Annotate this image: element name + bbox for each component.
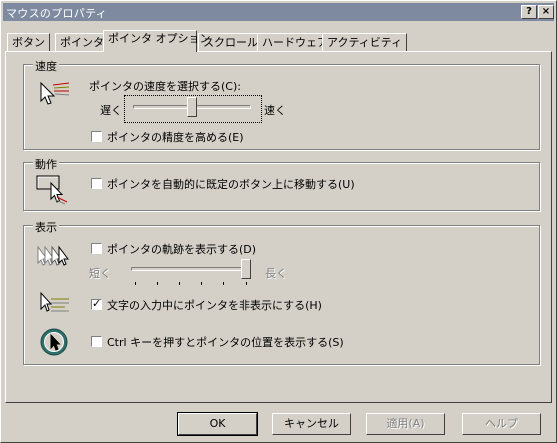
hide-while-typing-label[interactable]: 文字の入力中にポインタを非表示にする(H) [107, 297, 322, 313]
trails-long-label: 長く [265, 267, 287, 280]
close-title-button[interactable]: × [538, 5, 554, 19]
speed-fast-label: 速く [264, 104, 286, 117]
trails-tick [201, 282, 202, 285]
help-button[interactable]: ヘルプ [462, 413, 541, 435]
pointer-trails-label[interactable]: ポインタの軌跡を表示する(D) [107, 241, 256, 257]
hide-while-typing-checkbox[interactable] [91, 297, 102, 310]
precision-checkbox[interactable] [91, 131, 102, 142]
pointer-trails-checkbox[interactable] [91, 243, 102, 254]
trails-tick [246, 282, 247, 285]
precision-label[interactable]: ポインタの精度を高める(E) [107, 129, 244, 145]
speed-group-label: 速度 [33, 58, 59, 74]
trails-slider-track[interactable] [131, 267, 251, 271]
speed-select-label: ポインタの速度を選択する(C): [89, 80, 241, 93]
snap-to-button-icon [36, 175, 68, 205]
tab-buttons[interactable]: ボタン [7, 33, 50, 51]
trails-tick [223, 282, 224, 285]
motion-group-label: 動作 [33, 156, 59, 172]
trails-tick [135, 282, 136, 285]
cancel-button[interactable]: キャンセル [272, 413, 351, 435]
speed-slow-label: 遅く [100, 104, 122, 117]
show-location-ctrl-checkbox[interactable] [91, 336, 102, 347]
help-title-button[interactable]: ? [521, 5, 537, 19]
pointer-speed-icon [40, 81, 70, 105]
trails-tick [157, 282, 158, 285]
show-location-ctrl-label[interactable]: Ctrl キーを押すとポインタの位置を表示する(S) [107, 334, 344, 350]
snap-to-checkbox[interactable] [91, 178, 102, 189]
trails-slider-thumb[interactable] [241, 259, 251, 279]
snap-to-label[interactable]: ポインタを自動的に既定のボタン上に移動する(U) [107, 176, 355, 192]
locate-pointer-icon [40, 328, 68, 356]
tab-activity[interactable]: アクティビティ [322, 33, 408, 51]
mouse-properties-dialog: マウスのプロパティ ? × ボタン ポインタ ポインタ オプション スクロール … [0, 0, 557, 443]
trails-short-label: 短く [89, 267, 111, 280]
visibility-group-label: 表示 [33, 219, 59, 235]
tab-pointers[interactable]: ポインタ [55, 33, 109, 51]
title-bar[interactable]: マウスのプロパティ ? × [3, 3, 554, 21]
hide-pointer-icon [40, 291, 69, 312]
tab-pointer-options[interactable]: ポインタ オプション [103, 30, 211, 52]
ok-button[interactable]: OK [177, 412, 258, 436]
window-title: マウスのプロパティ [6, 7, 108, 20]
trails-tick [179, 282, 180, 285]
speed-slider-thumb[interactable] [187, 97, 197, 117]
apply-button[interactable]: 適用(A) [366, 413, 445, 435]
pointer-trails-icon [37, 245, 69, 266]
